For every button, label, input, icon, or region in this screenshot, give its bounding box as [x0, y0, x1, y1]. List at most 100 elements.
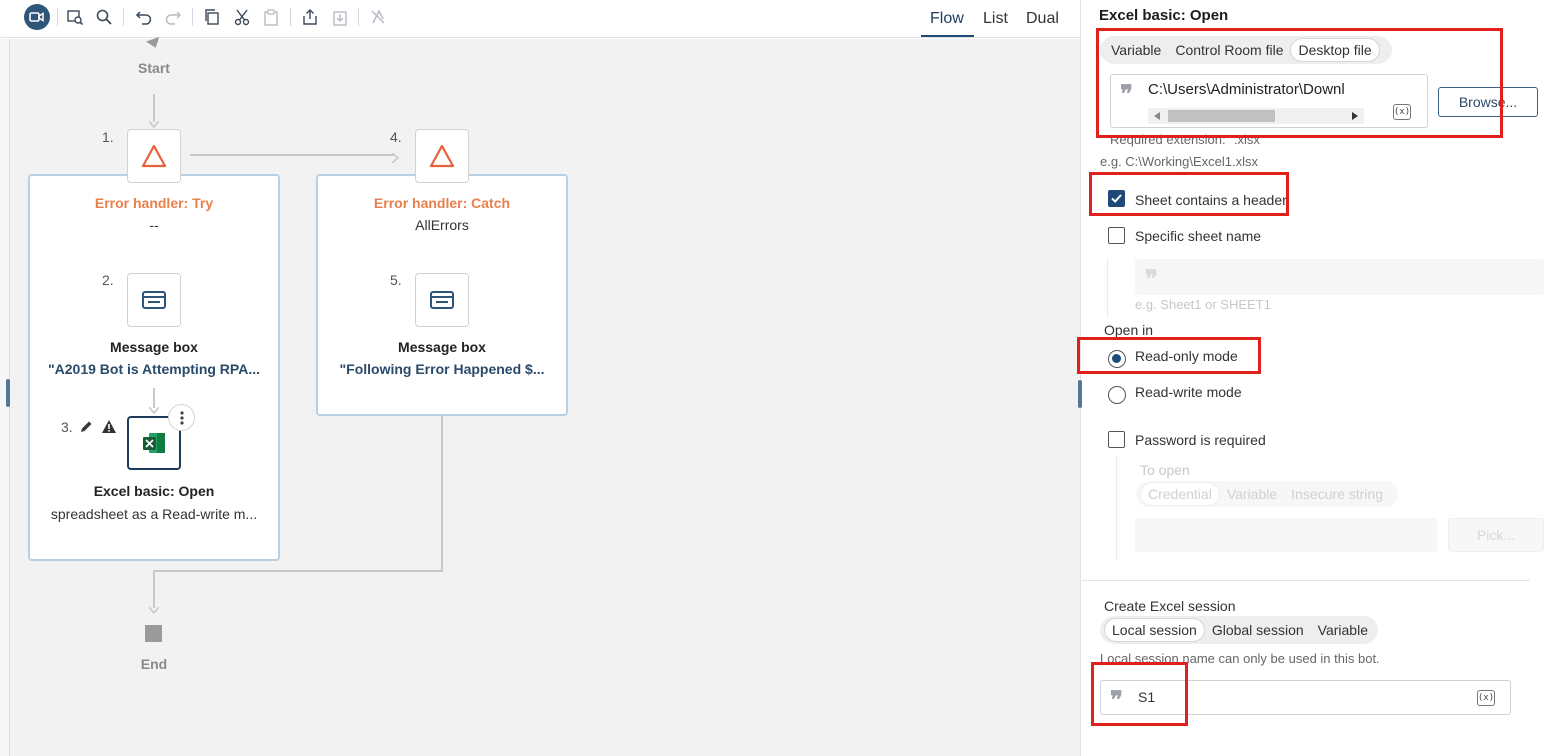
global-session-option[interactable]: Global session [1205, 619, 1311, 641]
step-number: 1. [102, 129, 114, 145]
read-write-label[interactable]: Read-write mode [1135, 384, 1242, 400]
credential-option[interactable]: Credential [1140, 482, 1220, 506]
quote-icon: ❞ [1110, 685, 1123, 714]
message-box-node[interactable] [127, 273, 181, 327]
sheet-name-field[interactable] [1135, 259, 1544, 295]
quote-icon: ❞ [1120, 79, 1133, 108]
required-extension-hint: Required extension: ".xlsx" [1110, 132, 1265, 147]
local-session-option[interactable]: Local session [1104, 618, 1205, 642]
step-number: 3. [61, 419, 73, 435]
node-subtitle: "A2019 Bot is Attempting RPA... [48, 361, 260, 377]
insert-variable-icon[interactable]: (x) [1477, 690, 1495, 706]
redo-icon[interactable] [162, 6, 184, 28]
start-icon [145, 36, 163, 54]
excel-icon [143, 433, 165, 453]
warning-icon [101, 419, 117, 439]
record-icon[interactable] [24, 4, 50, 30]
read-only-radio[interactable] [1108, 350, 1126, 368]
to-open-label: To open [1140, 462, 1190, 478]
node-title: Message box [398, 339, 486, 355]
node-subtitle: AllErrors [415, 217, 469, 233]
file-source-control-room[interactable]: Control Room file [1168, 39, 1290, 61]
connector [153, 570, 443, 572]
catch-node[interactable] [415, 129, 469, 183]
search-preview-icon[interactable] [64, 6, 86, 28]
sheet-header-checkbox[interactable] [1108, 190, 1125, 207]
session-hint: Local session name can only be used in t… [1100, 651, 1380, 666]
scrollbar-thumb[interactable] [1168, 110, 1275, 122]
insert-variable-icon[interactable]: (x) [1393, 104, 1411, 120]
node-title: Excel basic: Open [93, 483, 215, 499]
cut-icon[interactable] [231, 6, 253, 28]
copy-icon[interactable] [201, 6, 223, 28]
example-path-hint: e.g. C:\Working\Excel1.xlsx [1100, 154, 1258, 169]
message-box-icon [430, 291, 454, 309]
step-number: 2. [102, 272, 114, 288]
panel-title: Excel basic: Open [1099, 7, 1229, 24]
read-only-label[interactable]: Read-only mode [1135, 348, 1238, 364]
create-session-label: Create Excel session [1104, 598, 1236, 614]
file-source-desktop[interactable]: Desktop file [1290, 38, 1380, 62]
session-type-selector: Local session Global session Variable [1100, 616, 1378, 644]
disable-icon[interactable] [367, 6, 389, 28]
start-label: Start [138, 60, 170, 76]
pick-button[interactable]: Pick... [1448, 518, 1544, 552]
node-subtitle: -- [149, 217, 159, 233]
sheet-header-label[interactable]: Sheet contains a header [1135, 192, 1287, 208]
quote-icon: ❞ [1145, 264, 1158, 293]
connector [441, 416, 443, 572]
paste-icon[interactable] [260, 6, 282, 28]
indent-guide [1107, 258, 1108, 318]
open-in-label: Open in [1104, 322, 1154, 338]
toolbar: Flow List Dual [0, 0, 1080, 38]
end-icon [145, 625, 162, 642]
specific-sheet-label[interactable]: Specific sheet name [1135, 228, 1261, 244]
arrow-head-icon [148, 602, 160, 620]
end-label: End [140, 656, 168, 672]
password-field[interactable] [1135, 518, 1437, 552]
node-title: Error handler: Try [94, 195, 214, 211]
undo-icon[interactable] [133, 6, 155, 28]
password-required-checkbox[interactable] [1108, 431, 1125, 448]
step-number: 5. [390, 272, 402, 288]
node-subtitle: spreadsheet as a Read-write m... [50, 506, 258, 522]
step-number: 4. [390, 129, 402, 145]
indent-guide [1116, 456, 1117, 560]
active-tab-indicator [921, 35, 974, 37]
node-title: Message box [110, 339, 198, 355]
variable-option[interactable]: Variable [1220, 483, 1284, 505]
warning-triangle-icon [429, 144, 455, 168]
session-name-value[interactable]: S1 [1138, 689, 1155, 705]
file-source-variable[interactable]: Variable [1104, 39, 1168, 61]
file-path-value[interactable]: C:\Users\Administrator\Downl [1148, 81, 1345, 98]
specific-sheet-checkbox[interactable] [1108, 227, 1125, 244]
browse-button[interactable]: Browse... [1438, 87, 1538, 117]
arrow-head-icon [391, 150, 400, 168]
read-write-radio[interactable] [1108, 386, 1126, 404]
connector [190, 154, 395, 156]
tab-list[interactable]: List [983, 10, 1008, 28]
session-name-field[interactable] [1100, 680, 1511, 715]
node-title: Error handler: Catch [373, 195, 511, 211]
password-required-label[interactable]: Password is required [1135, 432, 1266, 448]
message-box-icon [142, 291, 166, 309]
try-node[interactable] [127, 129, 181, 183]
export-icon[interactable] [299, 6, 321, 28]
divider [1082, 580, 1530, 581]
file-source-selector: Variable Control Room file Desktop file [1100, 36, 1392, 64]
edit-icon[interactable] [78, 419, 94, 440]
tab-dual[interactable]: Dual [1026, 10, 1059, 28]
tab-flow[interactable]: Flow [930, 10, 964, 28]
import-icon[interactable] [329, 6, 351, 28]
horizontal-scrollbar[interactable] [1148, 108, 1364, 124]
warning-triangle-icon [141, 144, 167, 168]
panel-resize-handle[interactable] [1078, 380, 1082, 408]
search-icon[interactable] [93, 6, 115, 28]
variable-session-option[interactable]: Variable [1311, 619, 1375, 641]
node-subtitle: "Following Error Happened $... [339, 361, 545, 377]
left-resize-gutter [0, 39, 10, 756]
more-options-icon[interactable] [168, 404, 195, 431]
sheet-name-hint: e.g. Sheet1 or SHEET1 [1135, 297, 1271, 312]
insecure-string-option[interactable]: Insecure string [1284, 483, 1390, 505]
message-box-node[interactable] [415, 273, 469, 327]
